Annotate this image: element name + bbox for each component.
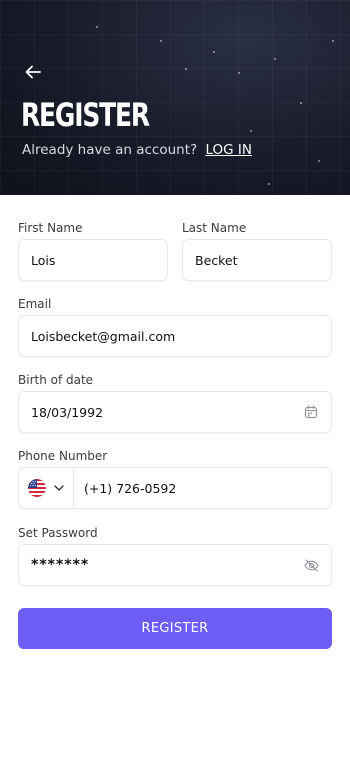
email-field[interactable]: Loisbecket@gmail.com xyxy=(18,315,332,357)
calendar-button[interactable] xyxy=(291,392,331,432)
email-label: Email xyxy=(18,297,52,311)
star-dot xyxy=(300,102,302,104)
first-name-value: Lois xyxy=(31,252,56,268)
login-prompt: Already have an account? LOG IN xyxy=(22,142,252,158)
password-label: Set Password xyxy=(18,526,98,540)
back-button[interactable] xyxy=(20,60,46,84)
password-field[interactable]: ******* xyxy=(18,544,332,586)
star-dot xyxy=(213,51,215,53)
star-dot xyxy=(268,183,270,185)
phone-value: (+1) 726-0592 xyxy=(84,480,177,496)
toggle-password-visibility-button[interactable] xyxy=(291,545,331,585)
first-name-label: First Name xyxy=(18,221,83,235)
phone-field[interactable]: (+1) 726-0592 xyxy=(18,467,332,509)
star-dot xyxy=(250,130,252,132)
email-value: Loisbecket@gmail.com xyxy=(31,328,176,344)
chevron-down-icon xyxy=(54,485,64,491)
calendar-icon xyxy=(304,405,318,419)
star-dot xyxy=(318,160,320,162)
header-banner: REGISTER Already have an account? LOG IN xyxy=(0,0,350,195)
register-screen: REGISTER Already have an account? LOG IN… xyxy=(0,0,350,757)
us-flag-icon xyxy=(28,479,46,497)
arrow-left-icon xyxy=(25,65,41,79)
star-dot xyxy=(332,40,334,42)
star-dot xyxy=(160,40,162,42)
register-button[interactable]: REGISTER xyxy=(18,608,332,649)
birth-date-label: Birth of date xyxy=(18,373,94,387)
birth-date-value: 18/03/1992 xyxy=(31,404,104,420)
country-code-selector[interactable] xyxy=(19,468,74,508)
last-name-label: Last Name xyxy=(182,221,247,235)
password-value: ******* xyxy=(31,557,90,573)
eye-off-icon xyxy=(303,558,319,572)
last-name-field[interactable]: Becket xyxy=(182,239,332,281)
page-title: REGISTER xyxy=(21,96,150,134)
login-prompt-text: Already have an account? xyxy=(22,142,198,158)
star-dot xyxy=(238,72,240,74)
first-name-field[interactable]: Lois xyxy=(18,239,168,281)
last-name-value: Becket xyxy=(195,252,238,268)
star-dot xyxy=(96,26,98,28)
phone-label: Phone Number xyxy=(18,449,108,463)
star-dot xyxy=(274,58,276,60)
login-link[interactable]: LOG IN xyxy=(205,142,252,158)
star-dot xyxy=(185,68,187,70)
birth-date-field[interactable]: 18/03/1992 xyxy=(18,391,332,433)
